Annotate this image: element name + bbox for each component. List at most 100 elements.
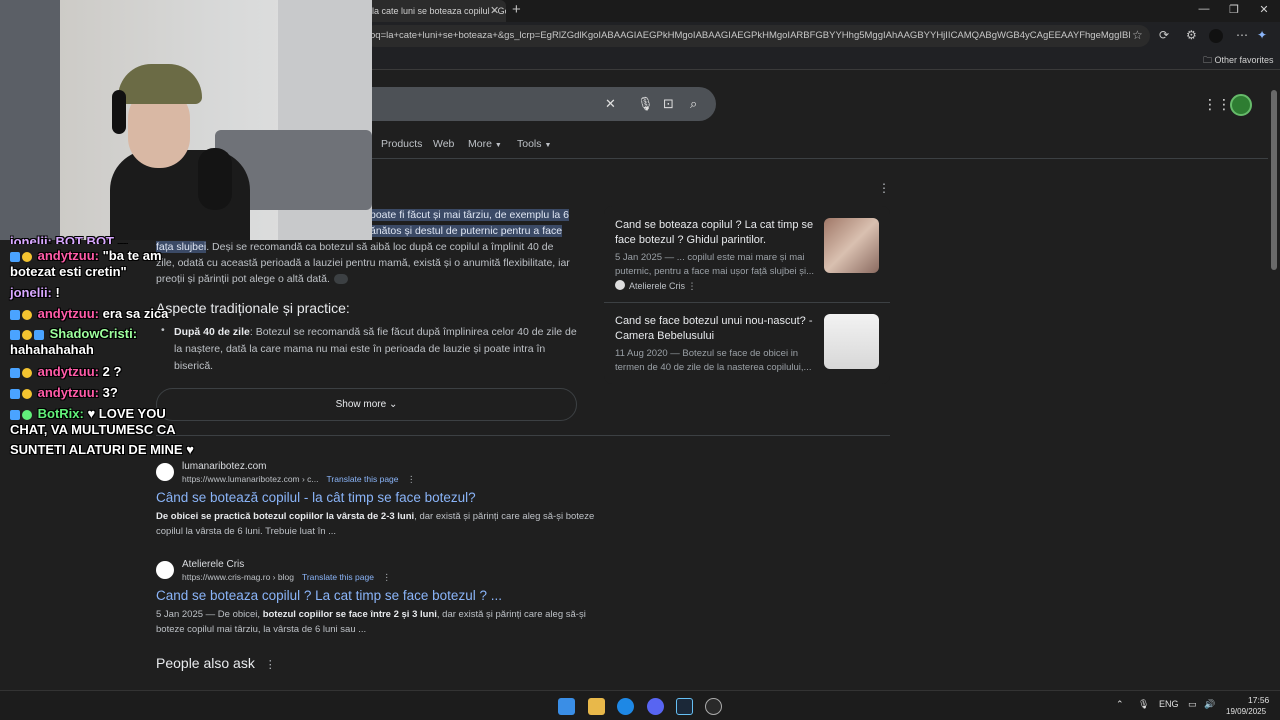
mic-icon[interactable]: 🎙 [637,96,654,112]
volume-icon[interactable]: 🔊 [1204,699,1215,710]
avatar[interactable] [1230,94,1252,116]
clock-time[interactable]: 17:56 [1248,695,1269,705]
clock-date[interactable]: 19/09/2025 [1226,707,1266,716]
result-snippet: 5 Jan 2025 — De obicei, botezul copiilor… [156,609,586,635]
file-explorer-icon[interactable] [588,698,605,715]
chat-line: SUNTETI ALATURI DE MINE ♥ [10,442,194,457]
chat-line: andytzuu: "ba te am [10,248,162,263]
search-input[interactable]: ✕ 🎙 ⊡ ⌕ [364,87,716,121]
card-snippet: 11 Aug 2020 — Botezul se face de obicei … [615,348,812,373]
more-icon[interactable]: ⋯ [1236,28,1248,42]
extensions-icon[interactable]: ⚙ [1186,28,1197,42]
badge-icon [10,367,20,378]
result-site: lumanaribotez.com [182,461,267,472]
card-thumbnail [824,218,879,273]
badge-icon [22,367,32,378]
overview-line-4: zile, odată cu această perioadă a lauzie… [156,257,570,269]
mic-icon[interactable]: 🎙 [1138,699,1149,710]
chat-line: BotRix: ♥ LOVE YOU [10,406,166,421]
aspect-item: După 40 de zile: Botezul se recomandă să… [174,326,577,372]
star-icon[interactable]: ☆ [1132,28,1143,42]
caret-down-icon: ▼ [494,142,502,149]
result-title[interactable]: Cand se boteaza copilul ? La cat timp se… [156,588,502,603]
kebab-menu-icon[interactable]: ⋮ [382,572,391,582]
caret-down-icon: ▼ [544,142,552,149]
language-indicator[interactable]: ENG [1159,699,1179,709]
discord-icon[interactable] [647,698,664,715]
translate-link[interactable]: Translate this page [327,474,399,484]
microphone [198,148,232,210]
webcam-overlay [0,0,372,240]
refresh-icon[interactable]: ⟳ [1159,28,1169,42]
badge-icon [10,251,20,262]
lens-icon[interactable]: ⊡ [663,96,674,112]
minimize-icon[interactable]: — [1192,3,1216,15]
result-title[interactable]: Când se botează copilul - la cât timp se… [156,490,476,505]
webcam-shelf [0,0,60,240]
site-favicon-icon [156,463,174,481]
start-icon[interactable] [558,698,575,715]
chat-line: jonelii: BOT BOT ... [10,234,129,244]
kebab-menu-icon[interactable]: ⋮ [878,181,890,195]
filter-tools[interactable]: Tools ▼ [517,138,551,150]
edge-icon[interactable] [617,698,634,715]
filter-more[interactable]: More ▼ [468,138,502,150]
kebab-menu-icon[interactable]: ⋮ [265,659,276,671]
scroll-thumb[interactable] [1271,90,1277,270]
badge-icon [10,329,20,340]
badge-icon [10,409,20,420]
copilot-icon[interactable]: ✦ [1257,28,1267,42]
address-bar[interactable]: oq=la+cate+luni+se+boteaza+&gs_lcrp=EgRl… [364,25,1150,47]
search-icon[interactable]: ⌕ [690,96,697,112]
overview-line-3: fața slujbei. Deși se recomandă ca botez… [156,241,554,253]
source-card[interactable]: Cand se boteaza copilul ? La cat timp se… [604,206,890,292]
filter-products[interactable]: Products [381,138,422,150]
kebab-menu-icon[interactable]: ⋮ [407,474,416,484]
new-tab-icon[interactable]: + [512,1,521,18]
translate-link[interactable]: Translate this page [302,572,374,582]
site-favicon-icon [615,280,625,290]
chat-line: ShadowCristi: [10,326,137,341]
clear-icon[interactable]: ✕ [605,96,616,112]
card-source: Atelierele Cris ⋮ [629,281,697,291]
chevron-up-icon[interactable]: ⌃ [1116,699,1124,710]
bullet: • [161,324,165,336]
chevron-down-icon: ⌄ [388,399,398,410]
steam-icon[interactable] [676,698,693,715]
result-snippet: De obicei se practică botezul copiilor l… [156,511,595,537]
badge-icon [10,309,20,320]
chat-line: andytzuu: era sa zica [10,306,168,321]
apps-grid-icon[interactable]: ⋮⋮ [1203,96,1231,113]
browser-tab[interactable]: la cate luni se boteaza copilul - Go [364,0,506,22]
card-snippet: 5 Jan 2025 — ... copilul este mai mare ș… [615,252,815,277]
chat-line: jonelii: ! [10,285,60,300]
badge-icon [22,309,32,320]
filter-web[interactable]: Web [433,138,454,150]
monitor-icon[interactable]: ▭ [1188,699,1197,710]
card-thumbnail [824,314,879,369]
kebab-menu-icon[interactable]: ⋮ [688,281,697,291]
close-window-icon[interactable]: ✕ [1252,3,1276,16]
badge-icon [22,388,32,399]
source-card[interactable]: Cand se face botezul unui nou-nascut? - … [604,302,890,388]
overview-line-2: ănătos și destul de puternic pentru a fa… [370,225,563,237]
maximize-icon[interactable]: ❐ [1222,3,1246,16]
card-title: Cand se boteaza copilul ? La cat timp se… [615,219,814,246]
badge-icon [22,409,32,420]
other-favorites[interactable]: 🗀 Other favorites [1203,53,1274,69]
card-title: Cand se face botezul unui nou-nascut? - … [615,315,813,342]
show-more-button[interactable]: Show more ⌄ [156,388,577,421]
settings-icon[interactable] [705,698,722,715]
people-also-ask-heading: People also ask ⋮ [156,655,276,671]
badge-icon [34,329,44,340]
scrollbar[interactable] [1268,70,1280,690]
result-site: Atelierele Cris [182,559,245,570]
chat-line: botezat esti cretin" [10,264,127,279]
chat-line: hahahahahah [10,342,94,357]
taskbar: ⌃ 🎙 ENG ▭ 🔊 17:56 19/09/2025 [0,690,1280,720]
profile-icon[interactable] [1209,29,1223,43]
badge-icon [10,388,20,399]
tab-close-icon[interactable]: ✕ [490,4,499,17]
badge-icon [22,251,32,262]
link-icon[interactable] [333,274,348,285]
